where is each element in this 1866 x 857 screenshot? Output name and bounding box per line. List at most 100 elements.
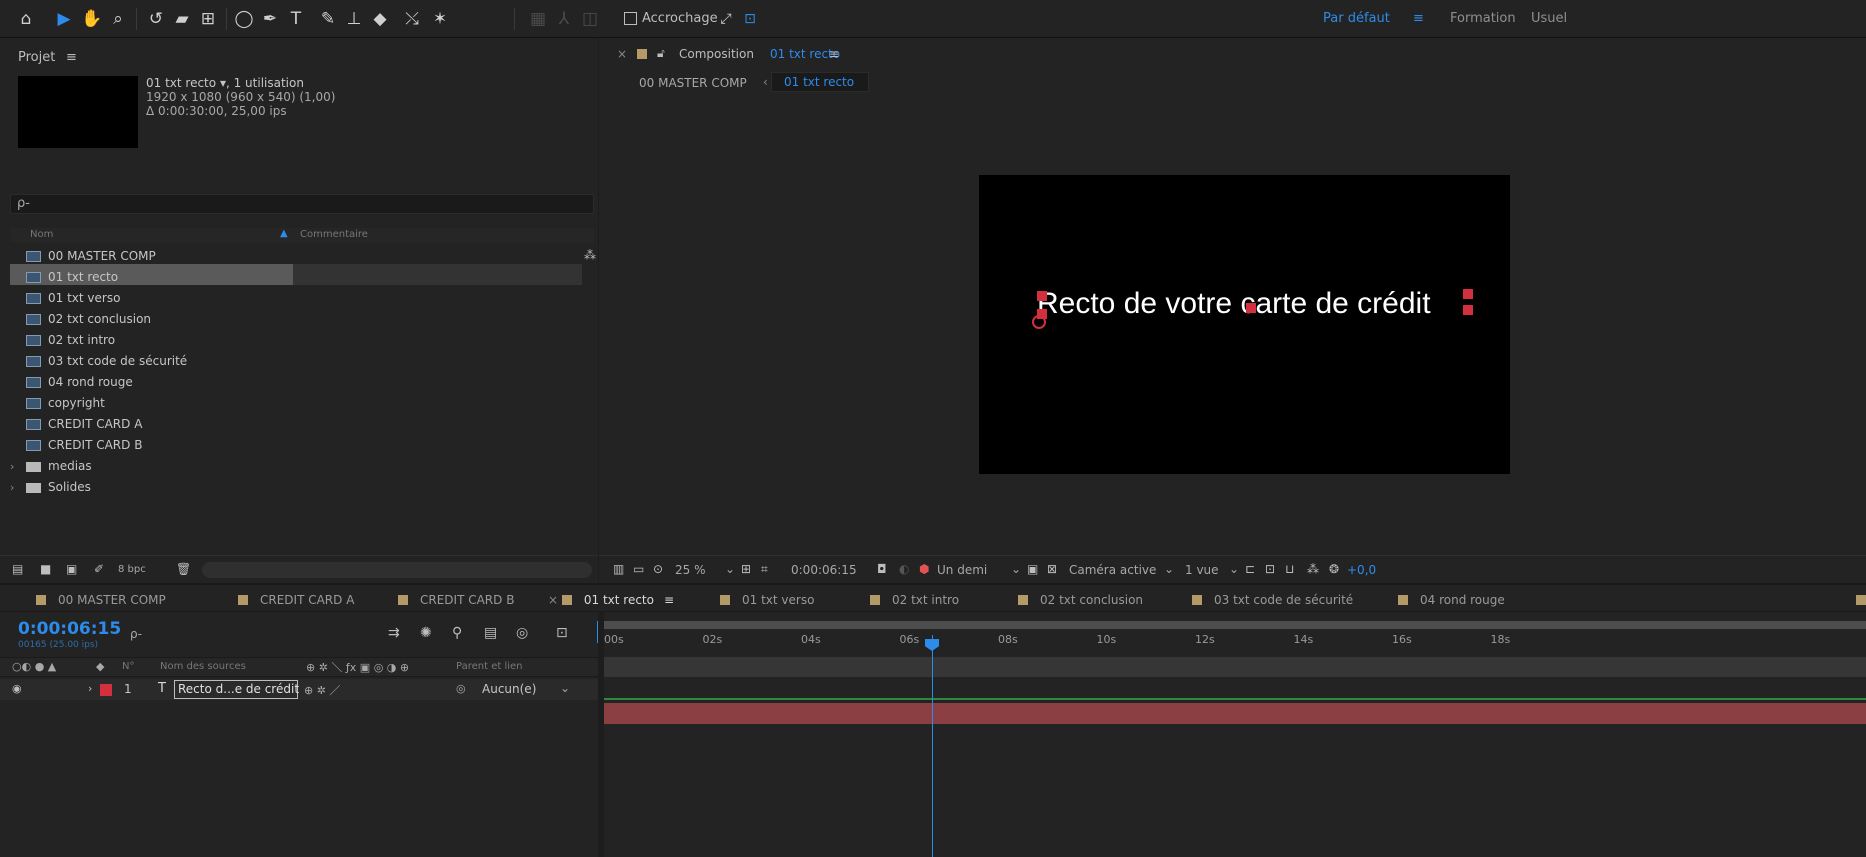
comp-mini-flowchart-icon[interactable]: ⇉ xyxy=(388,625,400,641)
parent-select[interactable]: Aucun(e) xyxy=(482,682,536,696)
project-comp-row[interactable]: 03 txt code de sécurité xyxy=(10,351,594,372)
trash-icon[interactable]: 🗑 xyxy=(176,562,191,576)
pixel-aspect-icon[interactable]: ⊏ xyxy=(1245,562,1255,576)
project-comp-row[interactable]: 02 txt intro xyxy=(10,330,594,351)
timeline-icon[interactable]: ⊔ xyxy=(1285,562,1294,576)
new-composition-icon[interactable]: ▣ xyxy=(66,562,77,576)
breadcrumb-parent[interactable]: 00 MASTER COMP xyxy=(639,76,747,90)
project-comp-row[interactable]: copyright xyxy=(10,393,594,414)
hand-tool-icon[interactable]: ✋ xyxy=(80,8,104,30)
text-bbox-handle[interactable] xyxy=(1246,303,1256,313)
monitor-icon[interactable]: ▭ xyxy=(633,562,644,576)
interpret-footage-icon[interactable]: ▤ xyxy=(12,562,23,576)
project-comp-row[interactable]: 01 txt recto xyxy=(10,267,594,288)
column-comment[interactable]: Commentaire xyxy=(300,229,368,240)
snapshot-icon[interactable]: ◘ xyxy=(877,562,887,576)
composition-menu-icon[interactable]: ≡ xyxy=(829,47,839,61)
snapping-checkbox[interactable] xyxy=(624,12,637,25)
canvas-text-layer[interactable]: Recto de votre carte de crédit xyxy=(1037,287,1431,321)
timeline-tab[interactable]: CREDIT CARD A xyxy=(238,593,354,607)
views-dropdown-icon[interactable]: ⌄ xyxy=(1229,562,1239,576)
zoom-tool-icon[interactable]: ⌕ xyxy=(106,8,130,30)
timeline-tab[interactable]: 01 txt verso xyxy=(720,593,814,607)
timeline-tab[interactable]: 04 rond rouge xyxy=(1398,593,1505,607)
flowchart-view-icon[interactable]: ⁂ xyxy=(1307,562,1319,576)
column-source-name[interactable]: Nom des sources xyxy=(160,661,246,672)
safe-zones-icon[interactable]: ⊞ xyxy=(741,562,751,576)
composition-canvas[interactable]: Recto de votre carte de crédit xyxy=(979,175,1510,474)
expand-folder-icon[interactable]: › xyxy=(10,477,20,498)
parent-dropdown-icon[interactable]: ⌄ xyxy=(560,681,570,695)
color-channels-icon[interactable]: ⬢ xyxy=(919,562,929,576)
playhead-line[interactable] xyxy=(932,635,933,857)
video-visibility-icon[interactable]: ◉ xyxy=(12,682,22,695)
project-search-input[interactable]: ρ- xyxy=(10,194,594,214)
selection-tool-icon[interactable]: ▶ xyxy=(52,8,76,30)
lock-icon[interactable]: 🔓︎ xyxy=(657,46,665,61)
timeline-tab-menu-icon[interactable]: ≡ xyxy=(664,593,674,607)
workspace-menu-icon[interactable]: ≡ xyxy=(1413,11,1424,26)
pick-whip-icon[interactable]: ◎ xyxy=(456,682,466,695)
project-folder-row[interactable]: › medias xyxy=(10,456,594,477)
exposure-value[interactable]: +0,0 xyxy=(1347,563,1376,577)
timeline-tab[interactable]: 02 txt conclusion xyxy=(1018,593,1143,607)
timeline-tab[interactable]: 03 txt code de sécurité xyxy=(1192,593,1353,607)
overflow-tab-swatch[interactable] xyxy=(1856,595,1866,605)
shy-layers-icon[interactable]: ⚲ xyxy=(452,625,462,641)
playhead-handle-icon[interactable] xyxy=(925,639,939,651)
mask-visibility-icon[interactable]: ⊙ xyxy=(653,562,663,576)
show-snapshot-icon[interactable]: ◐ xyxy=(899,562,909,576)
timeline-tab[interactable]: CREDIT CARD B xyxy=(398,593,514,607)
eraser-tool-icon[interactable]: ◆ xyxy=(368,8,392,30)
new-folder-icon[interactable]: ■ xyxy=(40,562,51,576)
work-area-bar[interactable] xyxy=(597,621,1866,629)
transparency-grid-icon[interactable]: ⌗ xyxy=(761,562,768,577)
anchor-point-icon[interactable] xyxy=(1032,315,1046,329)
clone-stamp-tool-icon[interactable]: ⊥ xyxy=(342,8,366,30)
project-folder-row[interactable]: › Solides xyxy=(10,477,594,498)
motion-blur-icon[interactable]: ◎ xyxy=(516,625,528,641)
close-tab-icon[interactable]: × xyxy=(617,47,627,61)
layer-switch-icons[interactable]: ⊕ ✲ ／ xyxy=(304,682,340,698)
layer-row[interactable]: ◉ › 1 T Recto d...e de crédit ⊕ ✲ ／ ◎ Au… xyxy=(0,679,598,700)
snapping-options-icon[interactable]: ⤢ xyxy=(714,8,738,30)
bit-depth-button[interactable]: 8 bpc xyxy=(118,564,146,575)
ellipse-tool-icon[interactable]: ◯ xyxy=(232,8,256,30)
sort-ascending-icon[interactable]: ▲ xyxy=(280,228,288,239)
project-comp-row[interactable]: 00 MASTER COMP xyxy=(10,246,594,267)
fast-previews-icon[interactable]: ⊡ xyxy=(1265,562,1275,576)
zoom-dropdown-icon[interactable]: ⌄ xyxy=(725,562,735,576)
project-panel-menu-icon[interactable]: ≡ xyxy=(66,50,77,65)
graph-editor-icon[interactable]: ⊡ xyxy=(556,625,568,641)
zoom-level[interactable]: 25 % xyxy=(675,563,706,577)
project-comp-row[interactable]: 02 txt conclusion xyxy=(10,309,594,330)
text-bbox-handle[interactable] xyxy=(1037,291,1047,301)
close-tab-icon[interactable]: × xyxy=(548,593,562,607)
text-bbox-handle[interactable] xyxy=(1463,305,1473,315)
timeline-tab[interactable]: 02 txt intro xyxy=(870,593,959,607)
resolution-select[interactable]: Un demi xyxy=(937,563,987,577)
reset-exposure-icon[interactable]: ❂ xyxy=(1329,562,1339,576)
breadcrumb-current-box[interactable]: 01 txt recto xyxy=(771,72,869,92)
toggle-transparency-icon[interactable]: ⊠ xyxy=(1047,562,1057,576)
flowchart-icon[interactable]: ⁂ xyxy=(584,248,596,262)
workspace-default[interactable]: Par défaut xyxy=(1323,11,1390,26)
project-comp-row[interactable]: CREDIT CARD B xyxy=(10,435,594,456)
snap-target-icon[interactable]: ⊡ xyxy=(738,8,762,30)
timeline-tab[interactable]: 00 MASTER COMP xyxy=(36,593,166,607)
resolution-dropdown-icon[interactable]: ⌄ xyxy=(1011,562,1021,576)
project-comp-row[interactable]: 04 rond rouge xyxy=(10,372,594,393)
pan-behind-tool-icon[interactable]: ⊞ xyxy=(196,8,220,30)
layer-name-box[interactable]: Recto d...e de crédit xyxy=(174,680,299,699)
project-scrollbar[interactable] xyxy=(202,562,592,578)
always-preview-icon[interactable]: ▥ xyxy=(613,562,624,576)
views-select[interactable]: 1 vue xyxy=(1185,563,1219,577)
rotation-tool-icon[interactable]: ↺ xyxy=(144,8,168,30)
camera-dropdown-icon[interactable]: ⌄ xyxy=(1164,562,1174,576)
text-bbox-handle[interactable] xyxy=(1463,289,1473,299)
column-name[interactable]: Nom xyxy=(30,229,53,240)
workspace-usuel[interactable]: Usuel xyxy=(1531,11,1567,26)
layer-duration-bar[interactable] xyxy=(604,703,1866,724)
frame-blending-icon[interactable]: ▤ xyxy=(484,625,497,641)
project-panel-title[interactable]: Projet xyxy=(18,50,55,65)
